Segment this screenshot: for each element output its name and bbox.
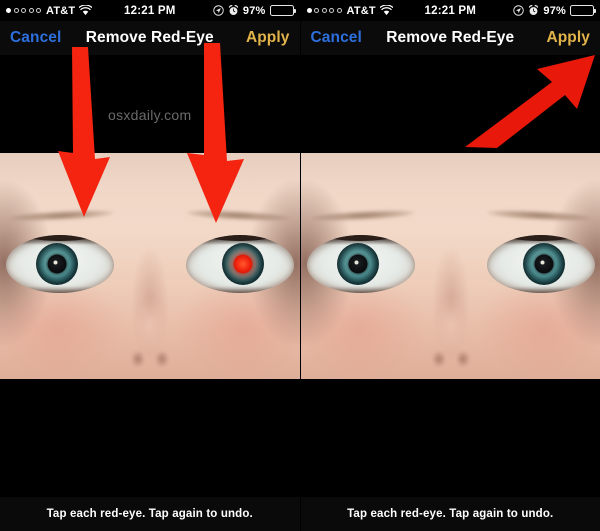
location-arrow-icon <box>213 5 224 16</box>
apply-button[interactable]: Apply <box>246 29 290 47</box>
battery-percent-label: 97% <box>242 4 266 17</box>
nose <box>122 285 178 373</box>
instruction-caption: Tap each red-eye. Tap again to undo. <box>0 497 300 531</box>
nav-bar: Cancel Remove Red-Eye Apply <box>0 21 300 55</box>
eye-right[interactable] <box>186 235 294 293</box>
status-bar-right: 97% <box>513 5 600 17</box>
pupil-right-redeye <box>233 254 253 274</box>
pupil-right-corrected <box>534 254 553 274</box>
alarm-clock-icon <box>228 5 239 16</box>
pupil-left-corrected <box>348 254 367 274</box>
instruction-caption: Tap each red-eye. Tap again to undo. <box>300 497 600 531</box>
status-bar-left: AT&T <box>301 5 393 17</box>
screenshot-root: AT&T 12:21 PM 97% Cancel Remove Red-Eye … <box>0 0 600 531</box>
apply-button[interactable]: Apply <box>546 29 590 47</box>
sclera-left <box>306 235 415 293</box>
sclera-left <box>6 235 114 293</box>
status-bar-left: AT&T <box>0 4 93 17</box>
battery-percent-label: 97% <box>543 4 566 17</box>
iris-left <box>36 243 78 285</box>
cellular-signal-icon <box>306 8 342 13</box>
nav-bar: Cancel Remove Red-Eye Apply <box>300 21 600 55</box>
photo-image[interactable] <box>0 153 300 379</box>
status-bar-right: 97% <box>213 5 300 17</box>
battery-icon <box>269 5 296 16</box>
iris-left <box>336 243 379 285</box>
photo-image[interactable] <box>300 153 600 379</box>
nose <box>422 285 479 373</box>
watermark-label: osxdaily.com <box>108 107 192 123</box>
location-arrow-icon <box>513 5 525 16</box>
battery-icon <box>570 5 596 16</box>
carrier-label: AT&T <box>46 4 76 17</box>
cancel-button[interactable]: Cancel <box>311 29 362 47</box>
photo-canvas[interactable]: osxdaily.com Tap each red-eye. Tap again… <box>0 43 300 531</box>
panel-before: AT&T 12:21 PM 97% Cancel Remove Red-Eye … <box>0 0 300 531</box>
cellular-signal-icon <box>6 8 41 13</box>
carrier-label: AT&T <box>346 4 376 17</box>
photo-canvas[interactable]: Tap each red-eye. Tap again to undo. <box>300 55 600 531</box>
eye-left[interactable] <box>306 235 415 293</box>
sclera-right <box>486 235 595 293</box>
status-bar: AT&T 12:21 PM 97% <box>0 0 300 21</box>
iris-right <box>222 243 264 285</box>
eye-left[interactable] <box>6 235 114 293</box>
pupil-left-corrected <box>47 254 67 274</box>
wifi-icon <box>78 5 93 16</box>
cancel-button[interactable]: Cancel <box>10 29 61 47</box>
alarm-clock-icon <box>528 5 539 16</box>
wifi-icon <box>379 5 393 16</box>
iris-right <box>522 243 565 285</box>
eye-right[interactable] <box>486 235 595 293</box>
panel-after: AT&T 12:21 PM 97% Cancel Remove Red-Eye … <box>299 0 600 531</box>
status-bar: AT&T 12:21 PM 97% <box>300 0 600 21</box>
sclera-right <box>186 235 294 293</box>
